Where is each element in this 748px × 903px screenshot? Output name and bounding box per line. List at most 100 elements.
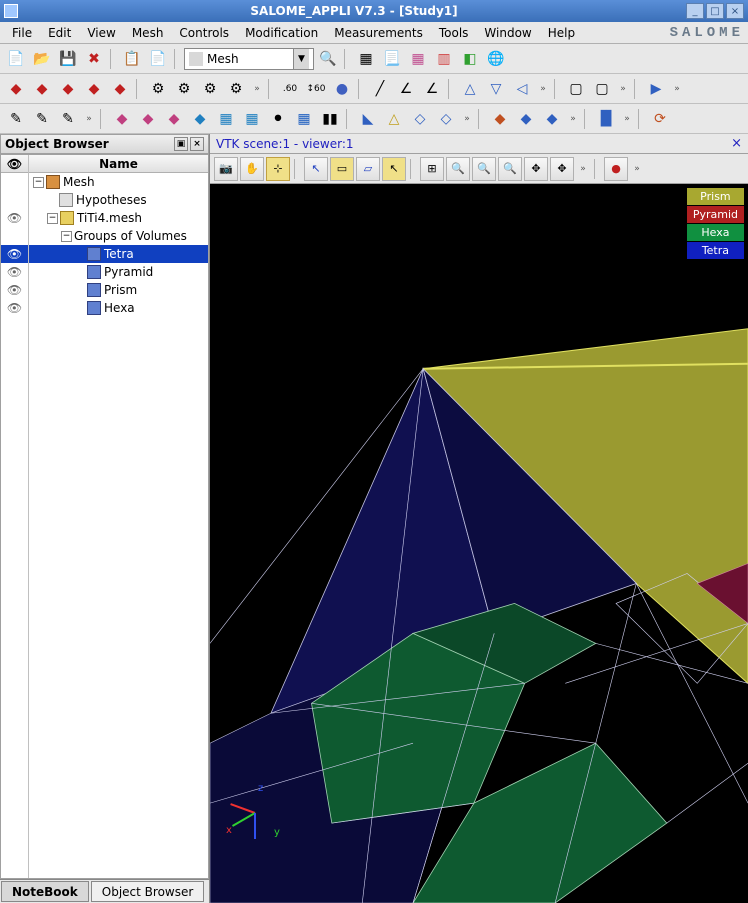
menu-help[interactable]: Help [540,24,583,42]
angle-icon[interactable]: .60 [278,77,302,101]
angle2-icon[interactable]: ↕60 [304,77,328,101]
tree-row-pyramid[interactable]: Pyramid [29,263,208,281]
zoom-icon[interactable]: 🔍 [446,157,470,181]
cube-wire2-icon[interactable]: ▢ [590,77,614,101]
chevron-right-icon[interactable]: » [82,107,96,131]
mesh-red3-icon[interactable]: ◆ [56,77,80,101]
tab-object-browser[interactable]: Object Browser [91,881,205,902]
zoom-rect-icon[interactable]: 🔍 [472,157,496,181]
eye-cell[interactable]: 👁 [1,281,28,299]
collapse-icon[interactable]: − [33,177,44,188]
eye-cell[interactable]: 👁 [1,209,28,227]
mesh-red4-icon[interactable]: ◆ [82,77,106,101]
cube-icon[interactable]: ◧ [458,47,482,71]
doc-icon[interactable]: ▦ [354,47,378,71]
save-icon[interactable]: 💾 [56,47,80,71]
node4-icon[interactable]: ◆ [188,107,212,131]
quad2-icon[interactable]: ◇ [434,107,458,131]
binoculars-icon[interactable]: 🔍 [316,47,340,71]
gear2-icon[interactable]: ⚙ [172,77,196,101]
collapse-icon[interactable]: − [61,231,72,242]
chevron-right-icon[interactable]: » [576,157,590,181]
pan-icon[interactable]: ✥ [524,157,548,181]
chevron-right-icon[interactable]: » [620,107,634,131]
node3-icon[interactable]: ◆ [162,107,186,131]
paste-icon[interactable]: 📄 [146,47,170,71]
mesh-red2-icon[interactable]: ◆ [30,77,54,101]
interaction-icon[interactable]: ✋ [240,157,264,181]
menu-controls[interactable]: Controls [171,24,237,42]
triangle2-icon[interactable]: ▽ [484,77,508,101]
copy-icon[interactable]: 📋 [120,47,144,71]
eye-cell[interactable] [1,191,28,209]
node5-icon[interactable]: ▦ [214,107,238,131]
triangle-icon[interactable]: △ [458,77,482,101]
menu-edit[interactable]: Edit [40,24,79,42]
angle3-icon[interactable]: ∠ [394,77,418,101]
node6-icon[interactable]: ▦ [240,107,264,131]
chevron-right-icon[interactable]: » [616,77,630,101]
sphere-icon[interactable]: ● [330,77,354,101]
chevron-right-icon[interactable]: » [566,107,580,131]
eye-cell[interactable]: 👁 [1,263,28,281]
menu-file[interactable]: File [4,24,40,42]
eye-cell[interactable] [1,227,28,245]
menu-mesh[interactable]: Mesh [124,24,172,42]
maximize-button[interactable]: □ [706,3,724,19]
page-icon[interactable]: 📃 [380,47,404,71]
globe-icon[interactable]: 🌐 [484,47,508,71]
node-icon[interactable]: ◆ [110,107,134,131]
mesh-red-icon[interactable]: ◆ [4,77,28,101]
line-icon[interactable]: ╱ [368,77,392,101]
eye-cell[interactable]: 👁 [1,299,28,317]
stripes-icon[interactable]: ▥ [432,47,456,71]
trihedron-icon[interactable]: ⊹ [266,157,290,181]
tree-row-groups[interactable]: − Groups of Volumes [29,227,208,245]
undock-icon[interactable]: ▣ [174,137,188,151]
angle4-icon[interactable]: ∠ [420,77,444,101]
vol2-icon[interactable]: ◆ [514,107,538,131]
zoom2-icon[interactable]: 🔍 [498,157,522,181]
wand3-icon[interactable]: ✎ [56,107,80,131]
select-poly-icon[interactable]: ▱ [356,157,380,181]
menu-modification[interactable]: Modification [237,24,326,42]
chevron-right-icon[interactable]: » [536,77,550,101]
select-arrow2-icon[interactable]: ↖ [382,157,406,181]
ball-icon[interactable]: ⚫ [266,107,290,131]
tab-notebook[interactable]: NoteBook [1,881,89,902]
eye-cell[interactable] [1,173,28,191]
grid-icon[interactable]: ▦ [406,47,430,71]
tri-yel-icon[interactable]: △ [382,107,406,131]
collapse-icon[interactable]: − [47,213,58,224]
chevron-right-icon[interactable]: » [630,157,644,181]
select-arrow-icon[interactable]: ↖ [304,157,328,181]
new-doc-icon[interactable]: 📄 [4,47,28,71]
chevron-right-icon[interactable]: » [250,77,264,101]
tri-blue-icon[interactable]: ◣ [356,107,380,131]
close-button[interactable]: × [726,3,744,19]
viewer-close-icon[interactable]: × [731,136,742,151]
select-rect-icon[interactable]: ▭ [330,157,354,181]
eye-cell[interactable]: 👁 [1,245,28,263]
tree-row-tetra[interactable]: Tetra [29,245,208,263]
bars-icon[interactable]: ▮▮ [318,107,342,131]
chevron-down-icon[interactable]: ▼ [293,49,309,69]
tree-row-mesh-root[interactable]: − Mesh [29,173,208,191]
delete-icon[interactable]: ✖ [82,47,106,71]
vol-icon[interactable]: ◆ [488,107,512,131]
grid2-icon[interactable]: ▦ [292,107,316,131]
tree-row-meshfile[interactable]: − TiTi4.mesh [29,209,208,227]
tree-row-hexa[interactable]: Hexa [29,299,208,317]
gear3-icon[interactable]: ⚙ [198,77,222,101]
module-combo[interactable]: Mesh ▼ [184,48,314,70]
menu-window[interactable]: Window [476,24,539,42]
minimize-button[interactable]: _ [686,3,704,19]
play-icon[interactable]: ▶ [644,77,668,101]
chevron-right-icon[interactable]: » [670,77,684,101]
gear-icon[interactable]: ⚙ [146,77,170,101]
tree-row-hypotheses[interactable]: Hypotheses [29,191,208,209]
vol3-icon[interactable]: ◆ [540,107,564,131]
quad-icon[interactable]: ◇ [408,107,432,131]
triangle3-icon[interactable]: ◁ [510,77,534,101]
wand-icon[interactable]: ✎ [4,107,28,131]
